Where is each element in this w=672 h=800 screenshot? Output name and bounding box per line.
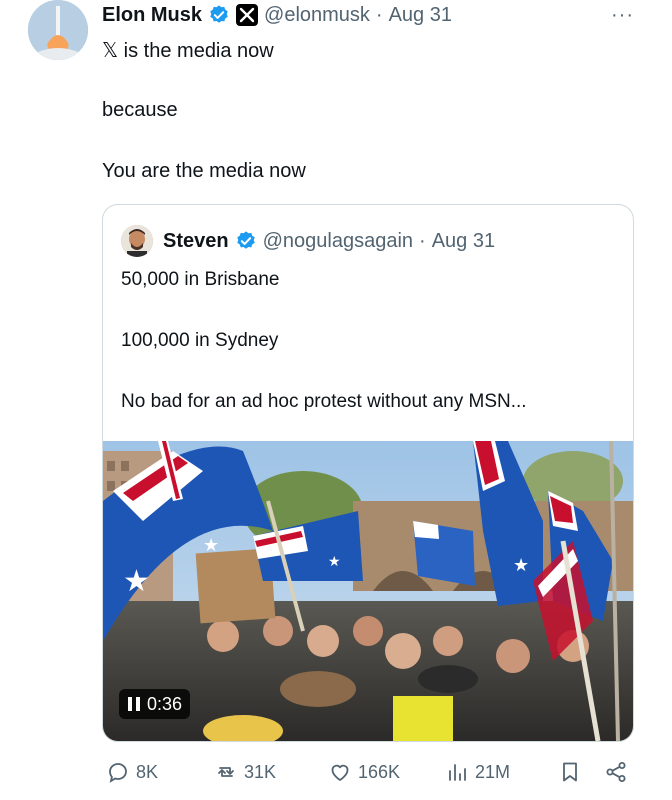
more-options-icon[interactable]: ··· — [611, 4, 634, 27]
rocket-launch-image — [28, 0, 88, 60]
header-separator: · — [375, 3, 383, 26]
bookmark-button[interactable] — [558, 760, 582, 784]
quoted-author-name[interactable]: Steven — [163, 230, 229, 253]
repost-count: 31K — [244, 761, 277, 782]
video-duration: 0:36 — [147, 693, 183, 714]
tweet-header: Elon Musk @elonmusk · Aug 31 — [102, 2, 652, 28]
quoted-header-separator: · — [419, 229, 426, 252]
video-thumbnail[interactable]: ★ ★ ★ ★ 0:36 — [103, 441, 633, 741]
quoted-author-handle[interactable]: @nogulagsagain — [263, 230, 413, 253]
repost-icon — [218, 767, 234, 777]
quoted-author-avatar[interactable] — [121, 225, 153, 257]
views-chart-icon — [449, 764, 466, 781]
views-button[interactable]: 21M — [445, 760, 510, 784]
tweet-date[interactable]: Aug 31 — [389, 4, 452, 27]
tweet-text-line-1: 𝕏 is the media now — [102, 40, 274, 62]
view-count: 21M — [475, 761, 511, 782]
author-name[interactable]: Elon Musk — [102, 4, 202, 27]
tweet-action-bar: 8K 31K 166K 21M — [100, 760, 640, 786]
quoted-tweet[interactable]: Steven @nogulagsagain · Aug 31 50,000 in… — [102, 204, 634, 742]
reply-button[interactable]: 8K — [106, 760, 158, 784]
author-avatar[interactable] — [28, 0, 88, 60]
svg-text:★: ★ — [123, 564, 150, 599]
svg-text:★: ★ — [513, 555, 529, 576]
tweet-text-line-3: You are the media now — [102, 160, 306, 182]
repost-button[interactable]: 31K — [214, 760, 276, 784]
pause-icon[interactable] — [127, 696, 141, 712]
verified-badge-icon — [236, 231, 255, 249]
quoted-text-line-3: No bad for an ad hoc protest without any… — [121, 391, 527, 412]
tweet-text-line-2: because — [102, 99, 178, 121]
heart-icon — [331, 764, 349, 781]
quoted-tweet-date[interactable]: Aug 31 — [432, 230, 495, 253]
reply-count: 8K — [136, 761, 159, 782]
verified-badge-icon — [210, 5, 228, 23]
quoted-text-line-1: 50,000 in Brisbane — [121, 269, 280, 290]
svg-text:★: ★ — [328, 554, 341, 570]
author-handle[interactable]: @elonmusk — [264, 4, 370, 27]
bookmark-icon — [563, 762, 577, 782]
like-button[interactable]: 166K — [328, 760, 400, 784]
share-icon — [606, 762, 626, 782]
reply-icon — [109, 763, 127, 783]
quoted-tweet-header: Steven @nogulagsagain · Aug 31 — [121, 225, 495, 257]
share-button[interactable] — [604, 760, 628, 784]
video-duration-badge[interactable]: 0:36 — [119, 689, 191, 719]
svg-text:★: ★ — [203, 535, 219, 556]
quoted-text-line-2: 100,000 in Sydney — [121, 330, 279, 351]
x-logo-icon — [236, 4, 259, 26]
like-count: 166K — [358, 761, 401, 782]
